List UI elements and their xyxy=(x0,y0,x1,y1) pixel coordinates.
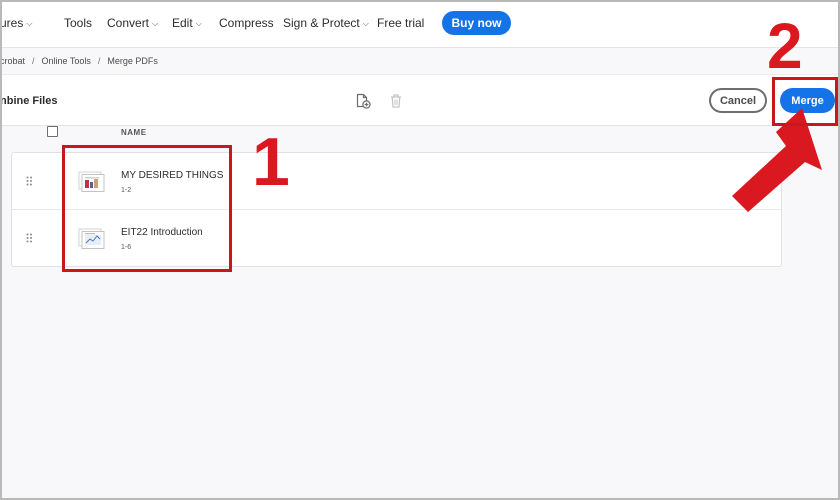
trash-icon[interactable] xyxy=(388,93,404,109)
select-all-checkbox[interactable] xyxy=(47,126,58,137)
nav-item-label: ures xyxy=(0,16,24,30)
nav-item-label: Convert xyxy=(107,16,150,30)
nav-edit-menu[interactable]: Edit ⌵ xyxy=(172,16,202,30)
page-title: nbine Files xyxy=(0,95,58,107)
chevron-down-icon: ⌵ xyxy=(195,19,202,28)
drag-handle-icon[interactable] xyxy=(26,233,33,243)
nav-item-label: Compress xyxy=(219,16,274,30)
buy-now-button[interactable]: Buy now xyxy=(442,11,511,35)
chevron-down-icon: ⌵ xyxy=(152,19,159,28)
annotation-box-files xyxy=(62,145,232,272)
annotation-step-2: 2 xyxy=(767,10,803,82)
nav-compress-link[interactable]: Compress xyxy=(219,16,274,30)
nav-item-label: Tools xyxy=(64,16,93,30)
nav-item-label: Sign & Protect xyxy=(283,16,360,30)
nav-convert-menu[interactable]: Convert ⌵ xyxy=(107,16,158,30)
annotation-step-1: 1 xyxy=(252,124,290,200)
combine-toolbar: nbine Files Cancel Merge xyxy=(0,74,840,126)
breadcrumb-acrobat[interactable]: crobat xyxy=(0,56,25,66)
breadcrumb-merge-pdfs: Merge PDFs xyxy=(107,56,158,66)
column-header-name[interactable]: NAME xyxy=(121,128,147,137)
chevron-down-icon: ⌵ xyxy=(362,19,369,28)
nav-item-label: Free trial xyxy=(377,16,425,30)
breadcrumb: crobat / Online Tools / Merge PDFs xyxy=(0,56,158,68)
nav-item-label: Edit xyxy=(172,16,193,30)
nav-features-menu[interactable]: ures ⌵ xyxy=(0,16,32,30)
breadcrumb-separator: / xyxy=(32,56,35,66)
nav-tools-link[interactable]: Tools xyxy=(64,16,92,30)
nav-sign-protect-menu[interactable]: Sign & Protect ⌵ xyxy=(283,16,369,30)
top-navigation: ures ⌵ Tools Convert ⌵ Edit ⌵ Compress Sign… xyxy=(0,0,840,48)
drag-handle-icon[interactable] xyxy=(26,176,33,186)
breadcrumb-separator: / xyxy=(97,56,101,66)
breadcrumb-online-tools[interactable]: Online Tools xyxy=(42,56,91,66)
annotation-box-merge xyxy=(772,77,838,126)
nav-free-trial-link[interactable]: Free trial xyxy=(377,16,424,30)
chevron-down-icon: ⌵ xyxy=(26,19,33,28)
add-file-icon[interactable] xyxy=(355,93,371,109)
